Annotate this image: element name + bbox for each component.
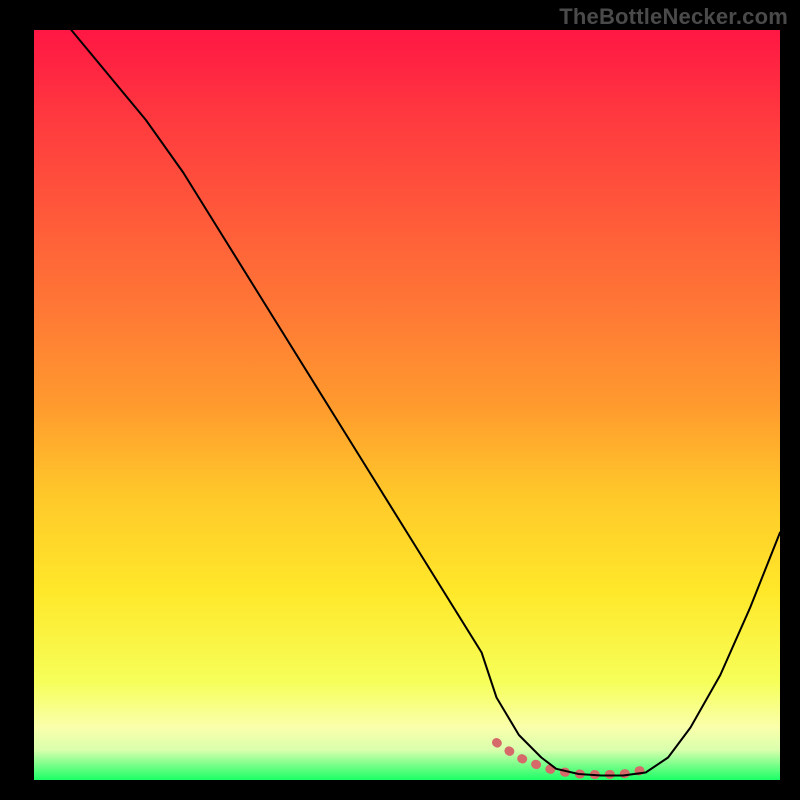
plot-background [34,30,780,780]
watermark-label: TheBottleNecker.com [559,4,788,30]
figure-root: TheBottleNecker.com [0,0,800,800]
bottleneck-chart [0,0,800,800]
